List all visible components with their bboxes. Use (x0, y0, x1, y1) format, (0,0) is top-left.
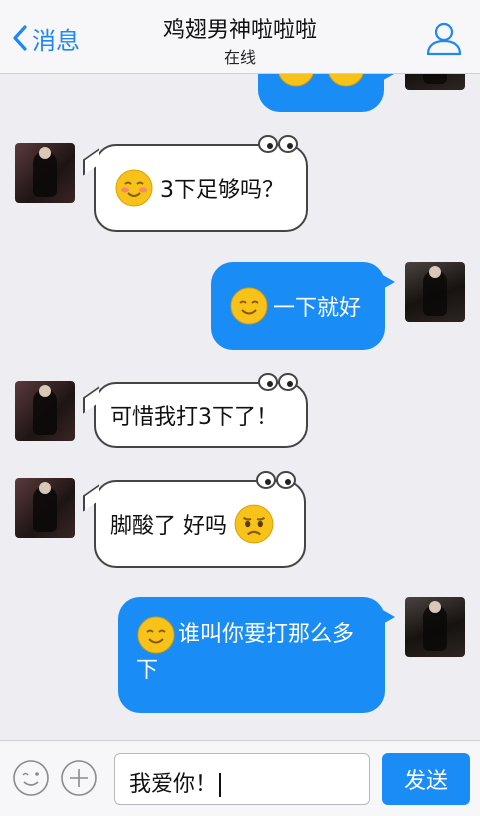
smile-emoji-icon (230, 287, 268, 325)
sad-emoji-icon (234, 504, 274, 544)
text-caret (219, 773, 222, 797)
message-input-value: 我爱你！ (129, 772, 218, 797)
avatar-contact[interactable] (15, 143, 75, 203)
emoji-face-icon (13, 760, 49, 796)
message-bubble-incoming[interactable]: 可惜我打3下了！ (83, 373, 308, 448)
user-profile-icon (426, 22, 462, 56)
message-bubble-outgoing[interactable] (258, 74, 394, 112)
emoji-button[interactable] (12, 759, 50, 797)
avatar-self[interactable] (405, 262, 465, 322)
smile-emoji-icon (278, 74, 314, 87)
add-more-button[interactable] (60, 759, 98, 797)
message-text: 可惜我打3下了！ (110, 405, 278, 430)
avatar-contact[interactable] (15, 381, 75, 441)
message-bubble-incoming[interactable]: 3下足够吗？ (83, 135, 308, 232)
chat-area[interactable]: 3下足够吗？ 一下就好 可惜我打3下了！ 脚酸了 好吗 谁叫你要打那么多下 (0, 74, 480, 740)
smile-emoji-icon (328, 74, 364, 87)
message-input[interactable]: 我爱你！ (114, 753, 370, 805)
message-text: 一下就好 (273, 296, 362, 321)
message-bubble-outgoing[interactable]: 一下就好 (211, 262, 395, 350)
smile-emoji-icon (137, 616, 175, 654)
message-text: 脚酸了 好吗 (110, 514, 227, 539)
input-bar: 我爱你！ 发送 (0, 740, 480, 816)
bubble-eyes-decoration-icon (256, 471, 296, 489)
message-bubble-incoming[interactable]: 脚酸了 好吗 (83, 471, 306, 568)
profile-button[interactable] (424, 18, 464, 58)
avatar-self[interactable] (405, 74, 465, 90)
avatar-self[interactable] (405, 597, 465, 657)
message-bubble-outgoing[interactable]: 谁叫你要打那么多下 (118, 597, 395, 713)
plus-circle-icon (61, 760, 97, 796)
online-status: 在线 (223, 48, 256, 67)
blush-smile-emoji-icon (115, 169, 153, 207)
bubble-eyes-decoration-icon (258, 135, 298, 153)
bubble-eyes-decoration-icon (258, 373, 298, 391)
avatar-contact[interactable] (15, 478, 75, 538)
message-text: 3下足够吗？ (160, 178, 284, 203)
send-button[interactable]: 发送 (382, 753, 470, 805)
chat-title: 鸡翅男神啦啦啦 (162, 18, 317, 43)
nav-bar: 消息 鸡翅男神啦啦啦 在线 (0, 0, 480, 74)
